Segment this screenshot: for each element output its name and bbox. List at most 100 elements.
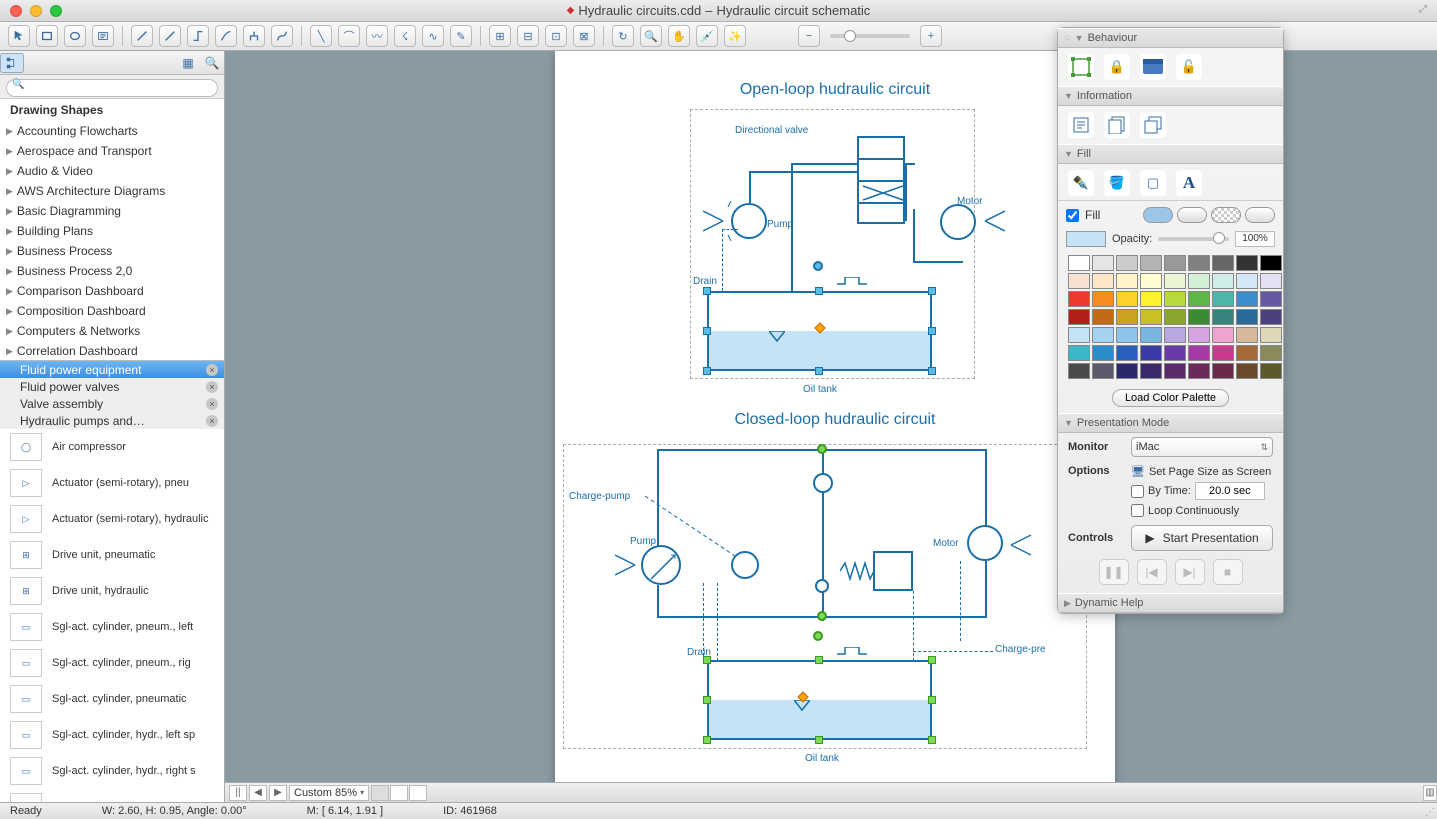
connector-arc-tool[interactable] xyxy=(215,25,237,47)
shape-item[interactable]: ▭Sgl-act. cylinder, pneum., left xyxy=(0,609,224,645)
pointer-tool[interactable] xyxy=(8,25,30,47)
start-presentation-button[interactable]: ▶ Start Presentation xyxy=(1131,525,1273,551)
next-slide-button[interactable]: ▶| xyxy=(1175,559,1205,585)
color-swatch[interactable] xyxy=(1068,291,1090,307)
color-swatch[interactable] xyxy=(1236,255,1258,271)
dynamic-help-section-header[interactable]: ▶Dynamic Help xyxy=(1058,593,1283,613)
motor2-shape[interactable] xyxy=(967,525,1003,561)
color-swatch[interactable] xyxy=(1260,309,1282,325)
hand-tool[interactable]: ✋ xyxy=(668,25,690,47)
color-swatch[interactable] xyxy=(1236,273,1258,289)
color-swatch[interactable] xyxy=(1260,327,1282,343)
library-grid-view[interactable]: ▦ xyxy=(176,53,200,73)
fill-checkbox[interactable] xyxy=(1066,209,1079,222)
color-swatch[interactable] xyxy=(1188,255,1210,271)
shape-item[interactable]: ▭Sgl-act. cylinder, hydr., right s xyxy=(0,753,224,789)
color-swatch[interactable] xyxy=(1164,255,1186,271)
color-swatch[interactable] xyxy=(1212,363,1234,379)
close-icon[interactable]: × xyxy=(206,381,218,393)
zoom-combo[interactable]: Custom 85% ▾ xyxy=(289,785,369,801)
wand-tool[interactable]: ✨ xyxy=(724,25,746,47)
color-swatch[interactable] xyxy=(1116,345,1138,361)
by-time-input[interactable] xyxy=(1195,482,1265,500)
color-swatch[interactable] xyxy=(1116,327,1138,343)
shape-item[interactable]: ▭Sgl-act. cylinder, hydr., left sp xyxy=(0,717,224,753)
color-swatch[interactable] xyxy=(1236,327,1258,343)
minimize-window-button[interactable] xyxy=(30,5,42,17)
fill-pattern-tab[interactable] xyxy=(1211,207,1241,223)
by-time-checkbox[interactable] xyxy=(1131,485,1144,498)
library-search-tab[interactable]: 🔍 xyxy=(200,53,224,73)
container-icon[interactable] xyxy=(1140,54,1166,80)
fill-texture-tab[interactable] xyxy=(1245,207,1275,223)
connector-smart-tool[interactable] xyxy=(159,25,181,47)
fill-solid-tab[interactable] xyxy=(1143,207,1173,223)
lib-cat[interactable]: ▶Composition Dashboard xyxy=(0,301,224,321)
bezier-tool[interactable]: ∿ xyxy=(422,25,444,47)
zoom-in-button[interactable]: + xyxy=(920,25,942,47)
lib-cat[interactable]: ▶Accounting Flowcharts xyxy=(0,121,224,141)
lib-cat[interactable]: ▶Computers & Networks xyxy=(0,321,224,341)
rotate-tool[interactable]: ↻ xyxy=(612,25,634,47)
shadow-icon[interactable]: ▢ xyxy=(1140,170,1166,196)
color-swatch[interactable] xyxy=(1236,309,1258,325)
color-swatch[interactable] xyxy=(1092,345,1114,361)
library-search-input[interactable] xyxy=(6,79,218,97)
connector-spline-tool[interactable] xyxy=(271,25,293,47)
align-tool-4[interactable]: ⊠ xyxy=(573,25,595,47)
page-tab[interactable] xyxy=(371,785,389,801)
open-lib-item[interactable]: Fluid power valves× xyxy=(0,378,224,395)
behaviour-section-header[interactable]: ○▼Behaviour xyxy=(1058,28,1283,48)
connector-round-tool[interactable] xyxy=(187,25,209,47)
pause-button[interactable]: ❚❚ xyxy=(1099,559,1129,585)
lib-cat[interactable]: ▶Basic Diagramming xyxy=(0,201,224,221)
color-swatch[interactable] xyxy=(1164,345,1186,361)
lib-cat[interactable]: ▶Business Process 2,0 xyxy=(0,261,224,281)
note-icon[interactable] xyxy=(1068,112,1094,138)
presentation-section-header[interactable]: ▼Presentation Mode xyxy=(1058,413,1283,433)
prev-slide-button[interactable]: |◀ xyxy=(1137,559,1167,585)
color-swatch[interactable] xyxy=(1116,309,1138,325)
close-icon[interactable]: × xyxy=(206,398,218,410)
color-swatch[interactable] xyxy=(1068,309,1090,325)
spline-tool[interactable]: 〰 xyxy=(366,25,388,47)
eyedropper-tool[interactable]: 💉 xyxy=(696,25,718,47)
color-swatch[interactable] xyxy=(1068,327,1090,343)
load-palette-button[interactable]: Load Color Palette xyxy=(1112,389,1229,407)
bounds-icon[interactable] xyxy=(1068,54,1094,80)
color-swatch[interactable] xyxy=(1092,273,1114,289)
shape-item[interactable]: ▷Actuator (semi-rotary), hydraulic xyxy=(0,501,224,537)
color-swatch[interactable] xyxy=(1236,363,1258,379)
loop-checkbox[interactable] xyxy=(1131,504,1144,517)
fill-color-well[interactable] xyxy=(1066,231,1106,247)
lib-cat[interactable]: ▶Building Plans xyxy=(0,221,224,241)
color-swatch[interactable] xyxy=(1140,345,1162,361)
color-swatch[interactable] xyxy=(1116,291,1138,307)
open-lib-item[interactable]: Valve assembly× xyxy=(0,395,224,412)
color-swatch[interactable] xyxy=(1140,327,1162,343)
charge-pump-shape[interactable] xyxy=(813,473,833,493)
color-swatch[interactable] xyxy=(1260,363,1282,379)
color-swatch[interactable] xyxy=(1116,273,1138,289)
color-swatch[interactable] xyxy=(1092,291,1114,307)
lib-cat[interactable]: ▶Correlation Dashboard xyxy=(0,341,224,361)
close-window-button[interactable] xyxy=(10,5,22,17)
zoom-slider[interactable] xyxy=(830,34,910,38)
color-swatch[interactable] xyxy=(1164,327,1186,343)
text-style-icon[interactable]: A xyxy=(1176,170,1202,196)
library-tree[interactable]: Drawing Shapes ▶Accounting Flowcharts ▶A… xyxy=(0,99,224,361)
multi-note-icon[interactable] xyxy=(1104,112,1130,138)
align-tool-1[interactable]: ⊞ xyxy=(489,25,511,47)
opacity-slider[interactable] xyxy=(1158,237,1229,241)
shape-item[interactable]: ⊞Drive unit, hydraulic xyxy=(0,573,224,609)
scroll-left-button[interactable]: || xyxy=(229,785,247,801)
color-swatch[interactable] xyxy=(1188,273,1210,289)
fullscreen-icon[interactable]: ⤢ xyxy=(1419,4,1431,16)
color-swatch[interactable] xyxy=(1140,273,1162,289)
ellipse-tool[interactable] xyxy=(64,25,86,47)
shape-item[interactable]: ▭Sgl-act. cylinder, pneumatic xyxy=(0,681,224,717)
align-tool-2[interactable]: ⊟ xyxy=(517,25,539,47)
line-tool[interactable]: ╲ xyxy=(310,25,332,47)
open-lib-item[interactable]: Fluid power equipment× xyxy=(0,361,224,378)
open-lib-item[interactable]: Hydraulic pumps and…× xyxy=(0,412,224,429)
